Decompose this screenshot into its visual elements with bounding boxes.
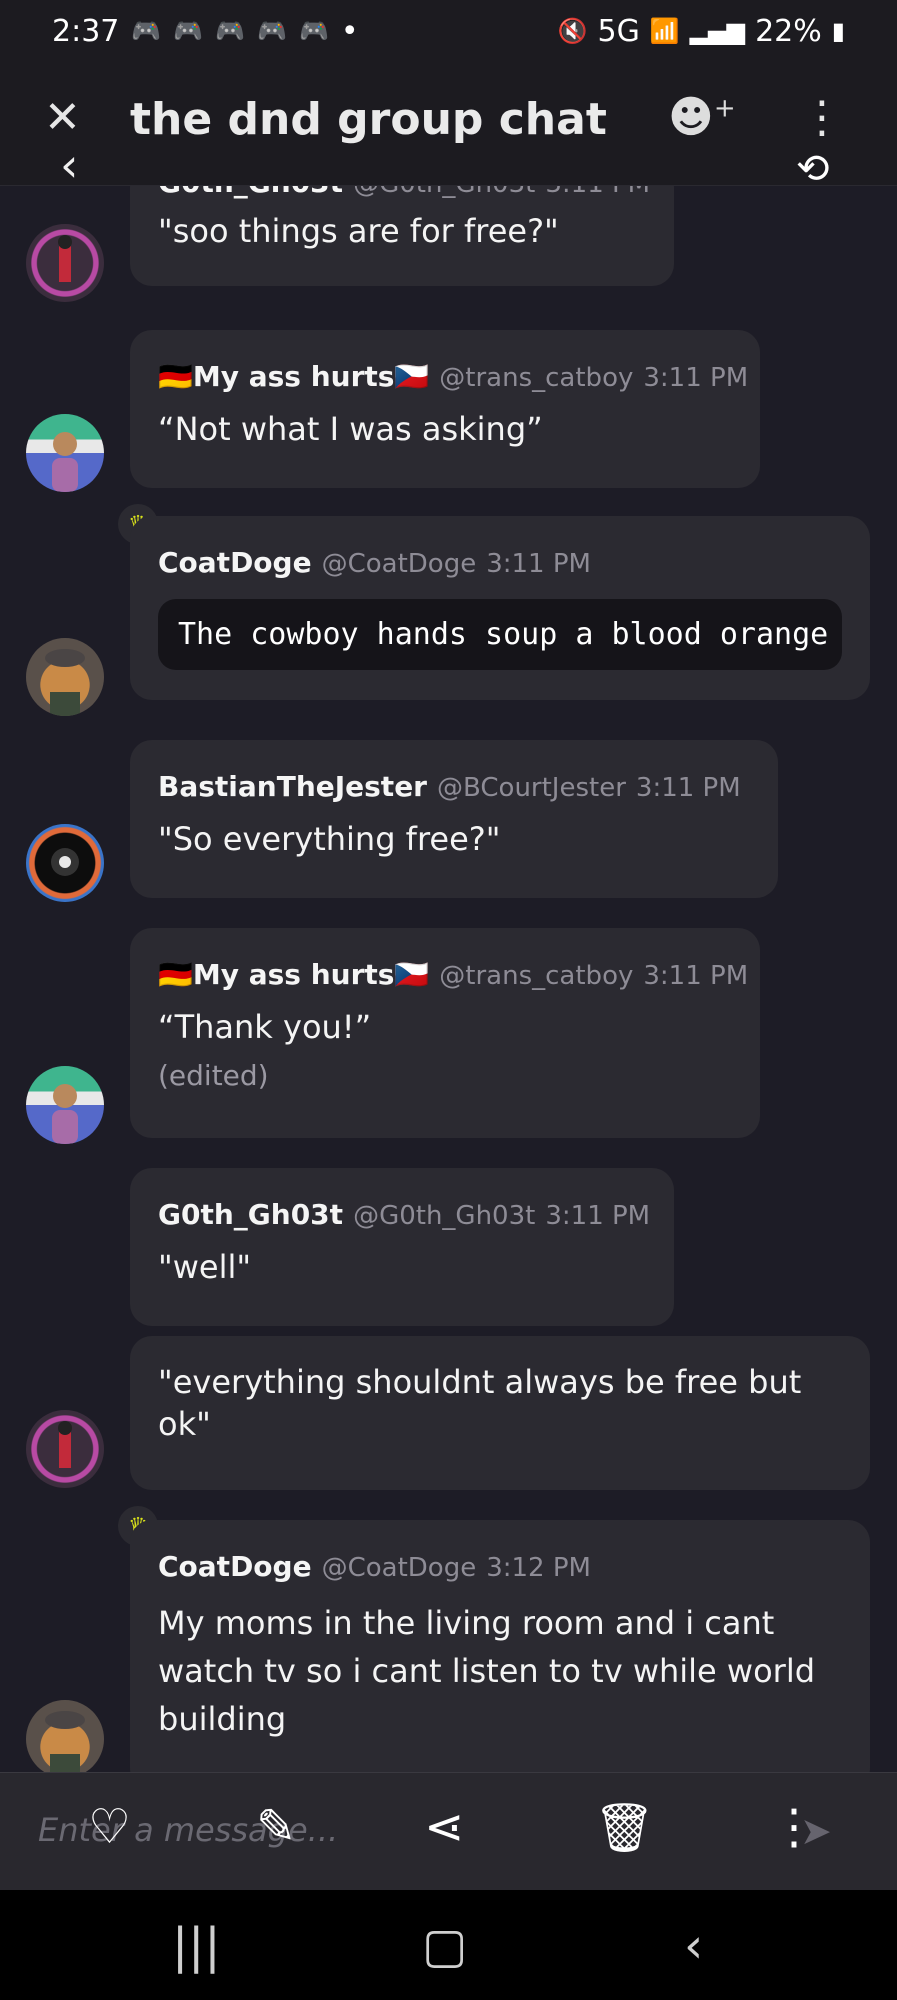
chat-header: ✕ ‹ the dnd group chat ☻+ ⋮ ⟲ — [0, 62, 897, 192]
sender-name[interactable]: G0th_Gh03t — [158, 1198, 343, 1231]
person-avatar-icon — [52, 432, 78, 492]
message-composer: Enter a message... ♡ ✎ ⋖ 🗑 ⋮ ➤ — [0, 1772, 897, 1890]
dog-avatar-icon — [45, 1711, 85, 1772]
game-icon: 🎮 — [298, 17, 329, 45]
game-icon: 🎮 — [257, 17, 287, 45]
message-text: "So everything free?" — [158, 820, 501, 858]
message-meta: BastianTheJester @BCourtJester 3:11 PM — [158, 770, 750, 803]
battery-icon: ▮ — [831, 17, 845, 45]
avatar[interactable] — [26, 1700, 104, 1772]
message-meta: 🇩🇪My ass hurts🇨🇿 @trans_catboy 3:11 PM — [158, 360, 748, 393]
game-icon: 🎮 — [131, 17, 162, 45]
jester-avatar-icon — [51, 848, 79, 876]
edit-icon[interactable]: ✎ — [256, 1799, 296, 1855]
sender-name[interactable]: CoatDoge — [158, 1550, 312, 1583]
status-bar: 2:37 🎮 🎮 🎮 🎮 🎮 • 🔇 5G 📶 ▂▄▆ 22% ▮ — [0, 0, 897, 62]
chat-title: the dnd group chat — [130, 94, 607, 145]
message-meta: G0th_Gh03t @G0th_Gh03t 3:11 PM — [158, 1198, 650, 1231]
message-text: "soo things are for free?" — [158, 212, 559, 250]
person-avatar-icon — [52, 1084, 78, 1144]
message-time: 3:11 PM — [643, 363, 749, 393]
message-bubble[interactable]: G0th_Gh03t @G0th_Gh03t 3:11 PM "soo thin… — [130, 186, 674, 286]
message-list: G0th_Gh03t @G0th_Gh03t 3:11 PM "soo thin… — [0, 186, 897, 1772]
avatar[interactable] — [26, 638, 104, 716]
code-block: The cowboy hands soup a blood orange — [158, 599, 842, 670]
sender-handle: @G0th_Gh03t — [353, 1201, 536, 1231]
sender-handle: @G0th_Gh03t — [353, 186, 535, 199]
person-avatar-icon — [58, 1421, 72, 1468]
trash-icon[interactable]: 🗑 — [594, 1799, 655, 1856]
sender-handle: @trans_catboy — [439, 961, 634, 991]
message-meta: CoatDoge @CoatDoge 3:11 PM — [158, 546, 842, 579]
share-icon[interactable]: ⋖ — [424, 1799, 464, 1855]
add-emoji-icon[interactable]: ☻+ — [668, 92, 736, 143]
message-text: "well" — [158, 1248, 252, 1286]
message-text: “Not what I was asking” — [158, 410, 543, 448]
sender-handle: @trans_catboy — [439, 363, 634, 393]
notification-dot: • — [340, 13, 359, 49]
battery-percent: 22% — [755, 13, 822, 49]
avatar[interactable] — [26, 414, 104, 492]
more-options-icon[interactable]: ⋮ — [800, 92, 844, 143]
dog-avatar-icon — [45, 649, 85, 716]
person-avatar-icon — [58, 235, 72, 282]
message-time: 3:11 PM — [545, 186, 650, 199]
message-time: 3:11 PM — [486, 549, 591, 579]
sender-handle: @CoatDoge — [321, 549, 477, 579]
home-icon[interactable]: ▢ — [422, 1918, 467, 1974]
network-label: 5G — [597, 13, 640, 49]
avatar[interactable] — [26, 1066, 104, 1144]
back-nav-icon[interactable]: ‹ — [684, 1918, 703, 1974]
sender-name[interactable]: 🇩🇪My ass hurts🇨🇿 — [158, 360, 429, 393]
message-time: 3:11 PM — [635, 773, 741, 803]
status-time: 2:37 — [52, 13, 120, 49]
message-meta: 🇩🇪My ass hurts🇨🇿 @trans_catboy 3:11 PM — [158, 958, 748, 991]
message-meta: CoatDoge @CoatDoge 3:12 PM — [158, 1550, 842, 1583]
message-bubble[interactable]: 🇩🇪My ass hurts🇨🇿 @trans_catboy 3:11 PM “… — [130, 928, 760, 1138]
message-bubble[interactable]: CoatDoge @CoatDoge 3:11 PM The cowboy ha… — [130, 516, 870, 700]
message-bubble[interactable]: BastianTheJester @BCourtJester 3:11 PM "… — [130, 740, 778, 898]
edited-label: (edited) — [158, 1058, 269, 1092]
avatar[interactable] — [26, 1410, 104, 1488]
send-icon[interactable]: ➤ — [800, 1809, 832, 1853]
sender-name[interactable]: 🇩🇪My ass hurts🇨🇿 — [158, 958, 429, 991]
message-text: My moms in the living room and i cant wa… — [158, 1604, 816, 1738]
message-time: 3:12 PM — [486, 1553, 591, 1583]
back-icon[interactable]: ‹ — [60, 142, 78, 188]
heart-icon[interactable]: ♡ — [88, 1799, 131, 1855]
message-text: "everything shouldnt always be free but … — [158, 1363, 802, 1443]
sender-name[interactable]: CoatDoge — [158, 546, 312, 579]
close-icon[interactable]: ✕ — [44, 96, 81, 140]
message-time: 3:11 PM — [545, 1201, 651, 1231]
message-bubble[interactable]: G0th_Gh03t @G0th_Gh03t 3:11 PM "well" — [130, 1168, 674, 1326]
system-nav-bar: ||| ▢ ‹ — [0, 1890, 897, 2000]
sender-name[interactable]: G0th_Gh03t — [158, 186, 343, 199]
recent-apps-icon[interactable]: ||| — [172, 1918, 221, 1974]
message-text: “Thank you!” — [158, 1008, 372, 1046]
game-icon: 🎮 — [215, 17, 246, 45]
game-icon: 🎮 — [173, 17, 204, 45]
message-bubble[interactable]: "everything shouldnt always be free but … — [130, 1336, 870, 1490]
sender-handle: @CoatDoge — [321, 1553, 477, 1583]
message-bubble[interactable]: CoatDoge @CoatDoge 3:12 PM My moms in th… — [130, 1520, 870, 1772]
message-bubble[interactable]: 🇩🇪My ass hurts🇨🇿 @trans_catboy 3:11 PM “… — [130, 330, 760, 488]
avatar[interactable] — [26, 824, 104, 902]
message-meta: G0th_Gh03t @G0th_Gh03t 3:11 PM — [158, 186, 650, 199]
sender-name[interactable]: BastianTheJester — [158, 770, 427, 803]
mute-icon: 🔇 — [557, 17, 588, 45]
avatar[interactable] — [26, 224, 104, 302]
wifi-icon: 📶 — [649, 17, 680, 45]
message-time: 3:11 PM — [643, 961, 749, 991]
signal-icon: ▂▄▆ — [689, 17, 746, 45]
sender-handle: @BCourtJester — [437, 773, 626, 803]
